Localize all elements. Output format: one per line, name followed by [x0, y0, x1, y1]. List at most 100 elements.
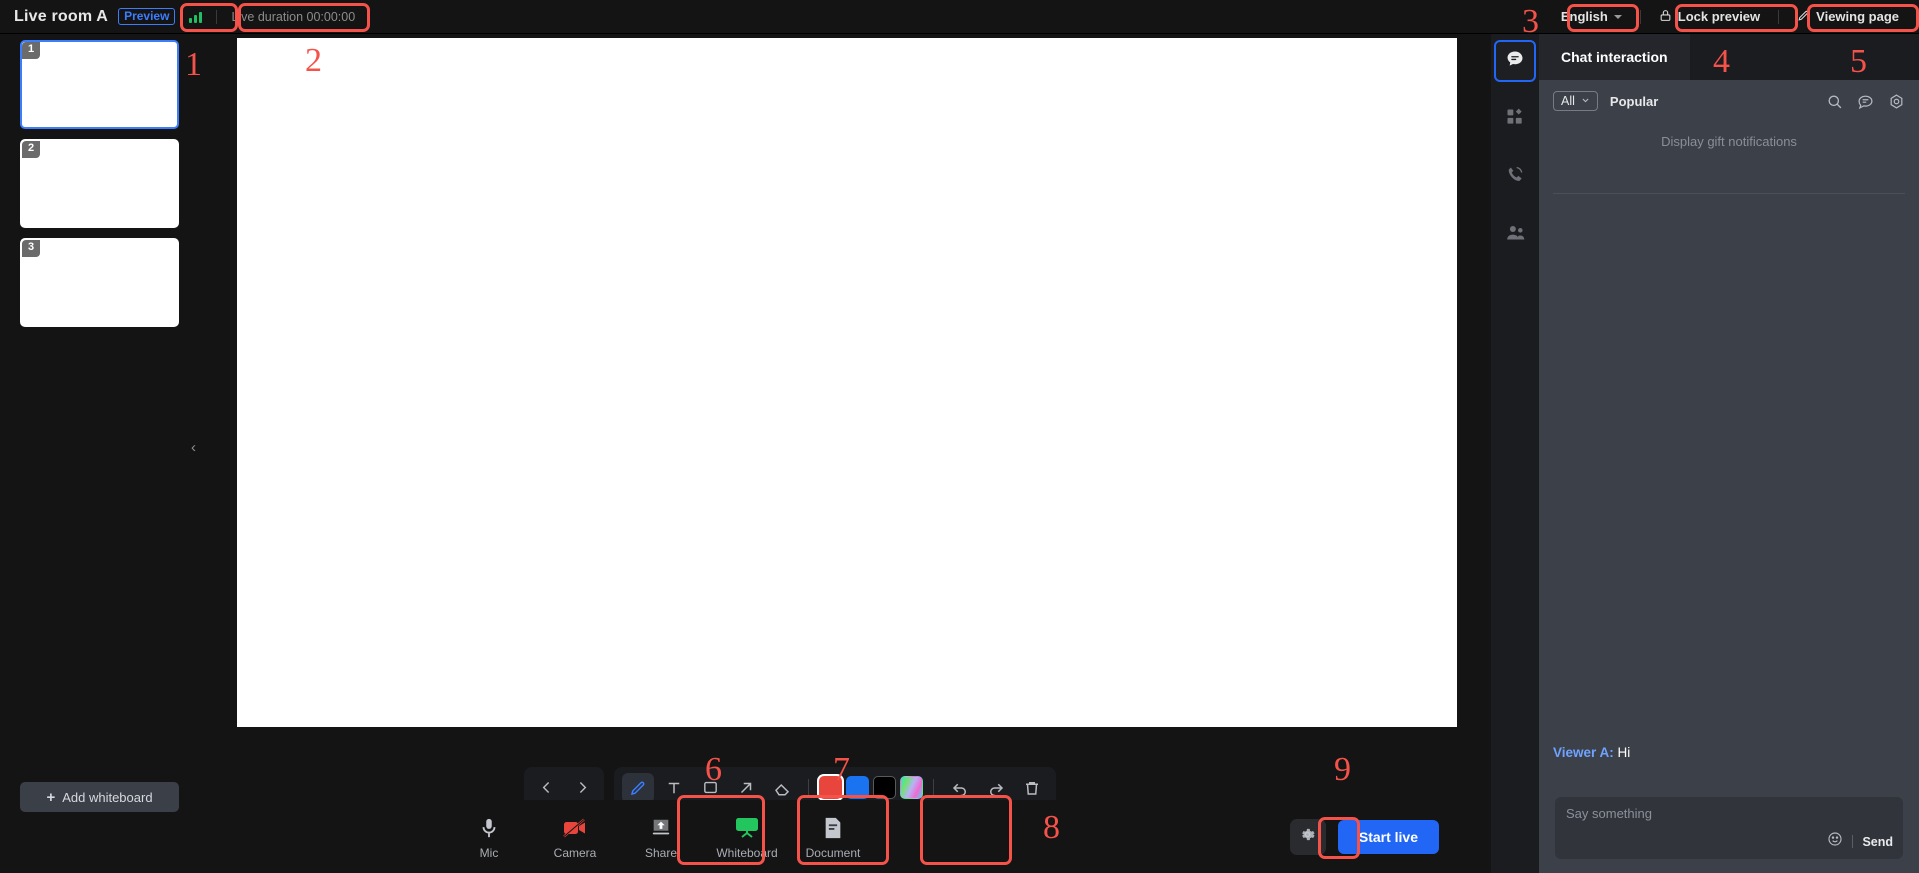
- document-button[interactable]: Document: [790, 808, 876, 865]
- whiteboard-button[interactable]: Whiteboard: [704, 808, 790, 865]
- chat-input-placeholder: Say something: [1566, 806, 1652, 821]
- prev-slide-button[interactable]: [530, 773, 562, 803]
- redo-button[interactable]: [980, 773, 1012, 803]
- chat-message-list: Viewer A: Hi: [1539, 729, 1919, 777]
- slide-thumbnail-list: 1 2 3: [0, 34, 211, 337]
- whiteboard-label: Whiteboard: [716, 845, 778, 860]
- page-title: Live room A: [14, 7, 109, 25]
- settings-button[interactable]: [1289, 818, 1326, 855]
- chevron-down-icon: [1613, 14, 1622, 19]
- viewing-page-button[interactable]: Viewing page: [1789, 5, 1907, 29]
- live-actions: Start live: [1289, 818, 1491, 855]
- chat-composer[interactable]: Say something Send: [1555, 797, 1903, 859]
- add-whiteboard-label: Add whiteboard: [62, 789, 153, 805]
- camera-label: Camera: [553, 845, 597, 860]
- text-tool[interactable]: [658, 773, 690, 803]
- comment-icon[interactable]: [1857, 93, 1874, 110]
- chevron-left-icon[interactable]: ‹: [191, 439, 196, 456]
- send-button[interactable]: Send: [1862, 835, 1893, 849]
- lock-preview-button[interactable]: Lock preview: [1651, 5, 1768, 29]
- slide-number: 1: [22, 42, 41, 59]
- start-live-button[interactable]: Start live: [1337, 819, 1439, 854]
- microphone-icon: [478, 814, 500, 842]
- divider: [1852, 835, 1854, 848]
- chat-message-text: Hi: [1617, 744, 1631, 760]
- chat-bubble-icon: [1505, 49, 1525, 74]
- top-right-actions: English Lock preview Viewing page: [1553, 5, 1919, 29]
- sidebar-item-apps[interactable]: [1494, 98, 1536, 140]
- language-selector[interactable]: English: [1553, 5, 1630, 28]
- bottom-control-bar: Mic Camera Share Whiteboard Document Sta…: [211, 800, 1491, 873]
- share-button[interactable]: Share: [618, 808, 704, 865]
- document-icon: [823, 814, 843, 842]
- lock-icon: [1659, 9, 1672, 25]
- slide-thumbnail[interactable]: 1: [20, 40, 179, 129]
- chat-tab-row: Chat interaction: [1539, 34, 1919, 80]
- phone-call-icon: [1505, 165, 1525, 190]
- pen-tool[interactable]: [622, 772, 654, 803]
- whiteboard-canvas[interactable]: [237, 38, 1457, 727]
- slides-panel: 1 2 3 ‹ + Add whiteboard: [0, 34, 211, 873]
- viewing-page-label: Viewing page: [1816, 9, 1899, 24]
- gear-icon: [1299, 826, 1316, 848]
- share-upload-icon: [650, 814, 672, 842]
- smiley-icon[interactable]: [1827, 831, 1843, 852]
- chat-filter-select[interactable]: All: [1553, 91, 1598, 111]
- arrow-tool[interactable]: [730, 773, 762, 803]
- pen-link-icon: [1797, 9, 1810, 25]
- divider: [1778, 9, 1780, 24]
- whiteboard-icon: [735, 814, 759, 842]
- eraser-tool[interactable]: [766, 773, 798, 803]
- chat-message-author: Viewer A:: [1553, 744, 1614, 760]
- target-settings-icon[interactable]: [1888, 93, 1905, 110]
- composer-actions: Send: [1827, 831, 1893, 852]
- delete-button[interactable]: [1016, 773, 1048, 803]
- tab-chat-interaction[interactable]: Chat interaction: [1539, 34, 1690, 80]
- live-duration: Live duration 00:00:00: [231, 9, 356, 24]
- stage-area: [211, 34, 1491, 873]
- signal-bars-icon: [189, 10, 203, 23]
- grid-apps-icon: [1505, 107, 1525, 132]
- slide-number: 2: [22, 141, 41, 158]
- sidebar-item-call[interactable]: [1494, 156, 1536, 198]
- divider: [808, 778, 809, 797]
- chat-filter-popular[interactable]: Popular: [1610, 94, 1658, 109]
- add-whiteboard-button[interactable]: + Add whiteboard: [20, 782, 179, 812]
- slide-thumbnail[interactable]: 3: [20, 238, 179, 327]
- divider: [1639, 9, 1641, 24]
- sidebar-item-chat-interaction[interactable]: [1494, 40, 1536, 82]
- right-rail: [1491, 34, 1539, 873]
- chat-filter-row: All Popular: [1539, 80, 1919, 122]
- chat-message: Viewer A: Hi: [1553, 743, 1905, 763]
- mic-button[interactable]: Mic: [446, 808, 532, 865]
- plus-icon: +: [46, 788, 56, 806]
- rectangle-tool[interactable]: [694, 773, 726, 803]
- language-label: English: [1560, 9, 1608, 24]
- mic-label: Mic: [479, 845, 499, 860]
- next-slide-button[interactable]: [566, 773, 598, 803]
- people-icon: [1505, 222, 1526, 248]
- gift-notification-placeholder: Display gift notifications: [1661, 134, 1797, 149]
- slide-number: 3: [22, 240, 41, 257]
- document-label: Document: [805, 845, 861, 860]
- divider: [1553, 193, 1905, 194]
- color-swatch-red[interactable]: [819, 776, 842, 799]
- color-swatch-gradient[interactable]: [900, 776, 923, 799]
- divider: [216, 9, 218, 24]
- sidebar-item-members[interactable]: [1494, 214, 1536, 256]
- camera-off-icon: [562, 814, 588, 842]
- color-swatch-blue[interactable]: [846, 776, 869, 799]
- top-bar: Live room A Preview Live duration 00:00:…: [0, 0, 1919, 34]
- divider: [933, 778, 934, 797]
- camera-button[interactable]: Camera: [532, 808, 618, 865]
- preview-badge: Preview: [118, 8, 176, 25]
- chat-filter-label: All: [1561, 94, 1575, 108]
- slide-thumbnail[interactable]: 2: [20, 139, 179, 228]
- chevron-down-icon: [1581, 94, 1590, 108]
- search-icon[interactable]: [1826, 93, 1843, 110]
- share-label: Share: [644, 845, 678, 860]
- chat-actions: [1826, 93, 1905, 110]
- chat-panel: Chat interaction All Popular Display gif…: [1539, 34, 1919, 873]
- undo-button[interactable]: [944, 773, 976, 803]
- color-swatch-black[interactable]: [873, 776, 896, 799]
